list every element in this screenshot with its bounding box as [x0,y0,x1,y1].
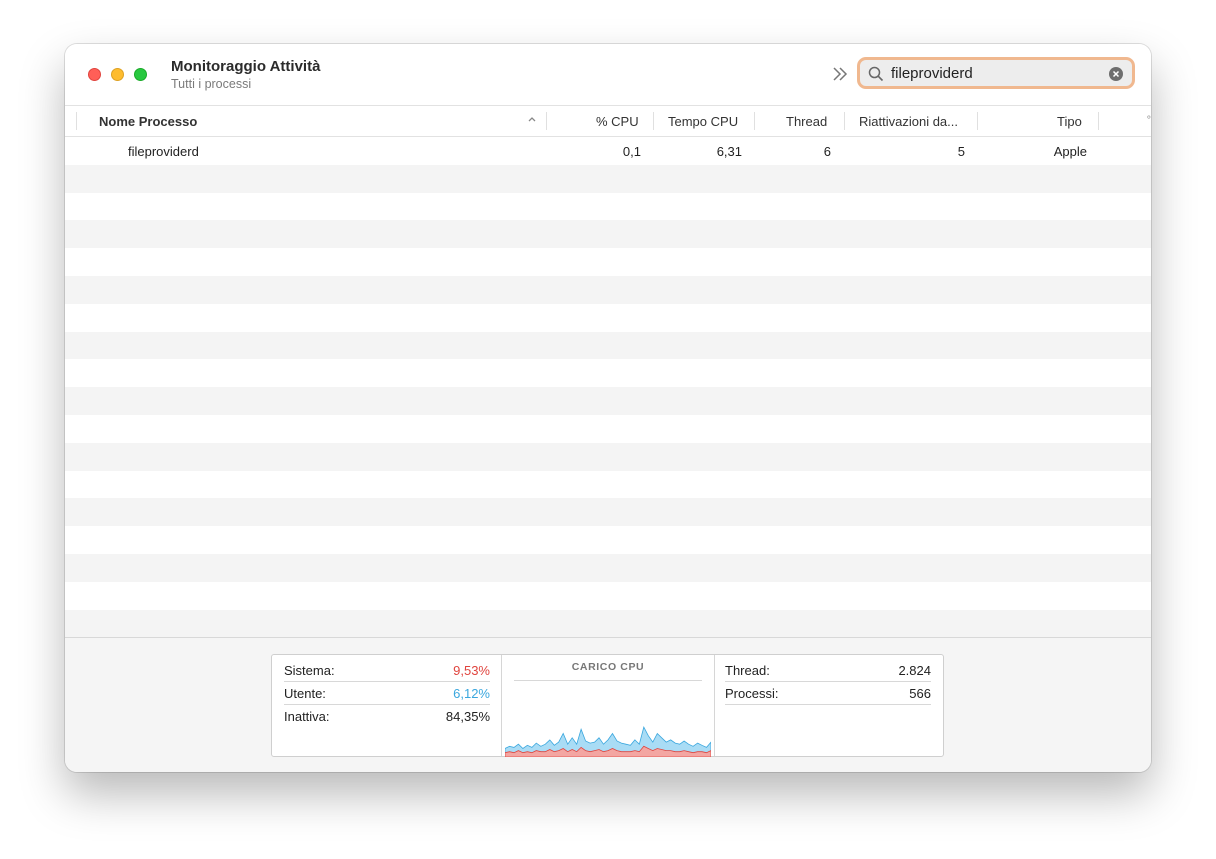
processes-value: 566 [909,686,931,701]
table-row[interactable]: fileproviderd 0,1 6,31 6 5 Apple [65,137,1151,165]
cpu-percent-cell: 0,1 [622,144,641,159]
search-field[interactable]: fileproviderd [857,57,1135,89]
search-icon [868,66,884,87]
column-header-cpu-percent[interactable]: % CPU [596,114,639,129]
empty-row [65,553,1151,582]
window-subtitle: Tutti i processi [171,77,252,91]
column-separator [1098,112,1099,130]
title-bar: Monitoraggio Attività Tutti i processi f… [65,44,1151,106]
empty-row [65,415,1151,443]
process-table: fileproviderd 0,1 6,31 6 5 Apple [65,137,1151,638]
idle-label: Inattiva: [284,709,330,724]
processes-label: Processi: [725,686,779,701]
column-separator [546,112,547,130]
kind-cell: Apple [1053,144,1087,159]
empty-row [65,220,1151,249]
empty-row [65,498,1151,527]
empty-row [65,526,1151,554]
empty-row [65,471,1151,499]
cpu-summary-bar: Sistema: 9,53% Utente: 6,12% Inattiva: 8… [65,637,1151,772]
processes-stat: Processi: 566 [725,682,931,705]
empty-row [65,609,1151,638]
threads-stat: Thread: 2.824 [725,659,931,682]
column-header-cpu-time[interactable]: Tempo CPU [668,114,738,129]
system-value: 9,53% [453,663,490,678]
column-separator [653,112,654,130]
process-name-cell: fileproviderd [128,144,199,159]
cpu-load-panel: CARICO CPU [502,655,715,757]
column-separator [977,112,978,130]
activity-monitor-window: Monitoraggio Attività Tutti i processi f… [65,44,1151,772]
cpu-usage-panel: Sistema: 9,53% Utente: 6,12% Inattiva: 8… [272,655,502,756]
empty-row [65,442,1151,471]
cpu-load-graph [505,725,711,757]
empty-row [65,304,1151,332]
window-title: Monitoraggio Attività [171,58,321,75]
empty-row [65,387,1151,415]
table-header: Nome Processo % CPU Tempo CPU Thread Ria… [65,106,1151,137]
empty-row [65,331,1151,360]
empty-row [65,164,1151,193]
clear-search-icon[interactable] [1109,67,1123,81]
system-label: Sistema: [284,663,335,678]
empty-row [65,359,1151,387]
empty-row [65,248,1151,276]
idle-stat: Inattiva: 84,35% [284,705,490,727]
column-header-wakeups[interactable]: Riattivazioni da... [859,114,958,129]
chevron-double-right-icon[interactable] [830,64,850,84]
column-header-process-name[interactable]: Nome Processo [99,114,197,129]
cpu-load-title: CARICO CPU [571,661,645,673]
close-window-button[interactable] [88,68,101,81]
divider [514,680,702,681]
threads-label: Thread: [725,663,770,678]
system-stat: Sistema: 9,53% [284,659,490,682]
user-value: 6,12% [453,686,490,701]
threads-cell: 6 [823,144,831,159]
search-input[interactable]: fileproviderd [891,65,973,82]
empty-row [65,582,1151,610]
threads-processes-panel: Thread: 2.824 Processi: 566 [715,655,943,756]
user-stat: Utente: 6,12% [284,682,490,705]
column-header-threads[interactable]: Thread [786,114,827,129]
user-label: Utente: [284,686,326,701]
zoom-window-button[interactable] [134,68,147,81]
cpu-time-cell: 6,31 [716,144,742,159]
column-separator [754,112,755,130]
empty-row [65,275,1151,304]
sort-ascending-icon[interactable] [527,112,537,127]
column-header-kind[interactable]: Tipo [1057,114,1082,129]
cpu-stats-box: Sistema: 9,53% Utente: 6,12% Inattiva: 8… [271,654,944,757]
threads-value: 2.824 [898,663,931,678]
empty-row [65,193,1151,221]
wakeups-cell: 5 [957,144,965,159]
minimize-window-button[interactable] [111,68,124,81]
column-separator [76,112,77,130]
column-header-truncated: ˚ [1147,114,1151,129]
idle-value: 84,35% [445,709,490,724]
column-separator [844,112,845,130]
